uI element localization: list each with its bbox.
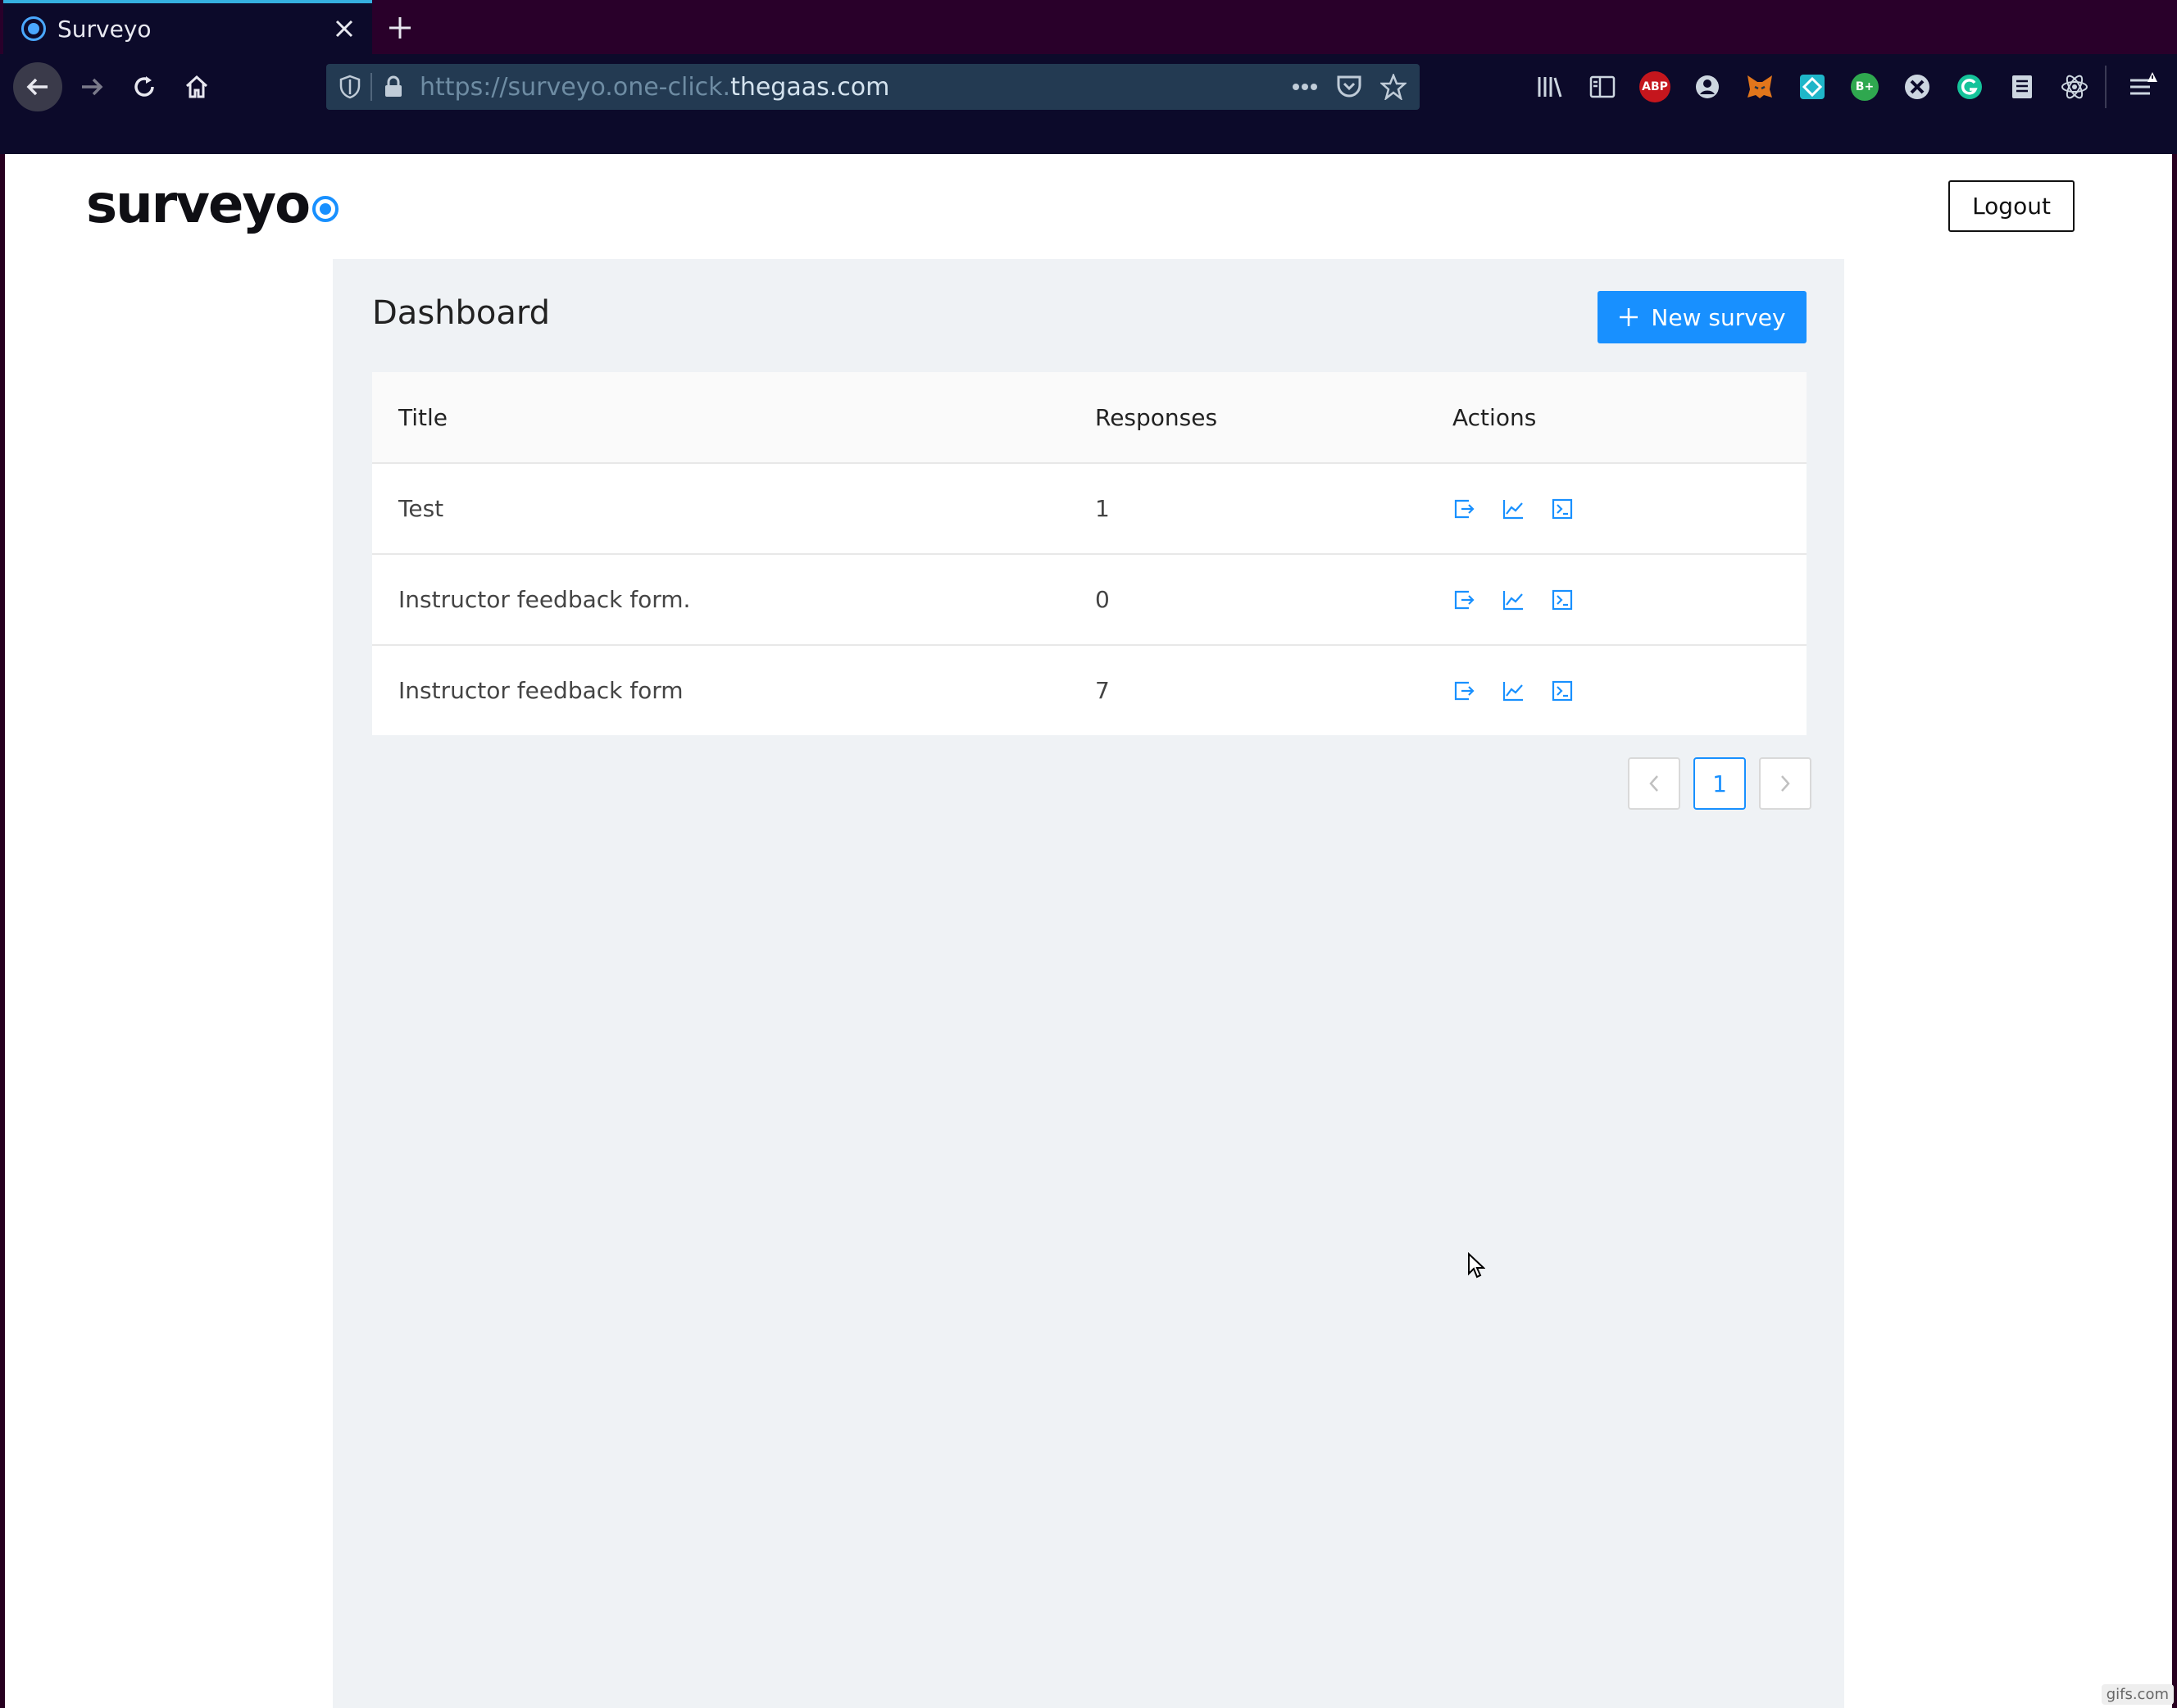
survey-title: Test	[398, 495, 444, 522]
b-plus-icon[interactable]: B+	[1846, 68, 1884, 106]
browser-tab[interactable]: Surveyo	[3, 0, 372, 54]
home-icon[interactable]	[172, 62, 221, 111]
toolbar-separator	[2105, 66, 2107, 108]
reader-icon[interactable]	[1584, 68, 1621, 106]
column-header-title: Title	[398, 403, 448, 431]
survey-responses: 7	[1095, 677, 1110, 704]
row-actions	[1452, 555, 1574, 644]
back-arrow-icon[interactable]	[13, 62, 62, 111]
extension-icon[interactable]	[1793, 68, 1831, 106]
row-actions	[1452, 646, 1574, 735]
results-chart-icon[interactable]	[1502, 679, 1525, 702]
code-terminal-icon[interactable]	[1551, 497, 1574, 520]
column-header-responses: Responses	[1095, 403, 1218, 431]
react-devtools-icon[interactable]	[2056, 68, 2093, 106]
notes-icon[interactable]	[2003, 68, 2041, 106]
puzzle-icon[interactable]	[1898, 68, 1936, 106]
url-prefix: https://surveyo.one-click.	[420, 72, 731, 102]
page-actions-icon[interactable]	[1292, 83, 1318, 91]
next-page-button[interactable]	[1759, 757, 1811, 810]
code-terminal-icon[interactable]	[1551, 588, 1574, 611]
url-text[interactable]: https://surveyo.one-click.thegaas.com	[420, 73, 889, 102]
table-header: Title Responses Actions	[372, 372, 1807, 464]
code-terminal-icon[interactable]	[1551, 679, 1574, 702]
logo-dot-icon	[312, 196, 339, 222]
adblock-plus-icon[interactable]: ABP	[1636, 68, 1674, 106]
plus-icon	[1620, 308, 1638, 326]
logout-button[interactable]: Logout	[1948, 180, 2075, 232]
open-survey-icon[interactable]	[1452, 588, 1475, 611]
forward-arrow-icon[interactable]	[67, 62, 116, 111]
browser-tab-strip: Surveyo	[0, 0, 2177, 54]
watermark: gifs.com	[2101, 1684, 2174, 1705]
mouse-cursor-icon	[1467, 1251, 1486, 1282]
reload-icon[interactable]	[120, 62, 169, 111]
account-icon[interactable]	[1688, 68, 1726, 106]
bookmark-star-icon[interactable]	[1380, 74, 1407, 100]
lock-icon[interactable]	[384, 75, 403, 98]
new-survey-button[interactable]: New survey	[1598, 291, 1807, 343]
results-chart-icon[interactable]	[1502, 588, 1525, 611]
open-survey-icon[interactable]	[1452, 679, 1475, 702]
page-number-button[interactable]: 1	[1693, 757, 1746, 810]
row-actions	[1452, 464, 1574, 553]
open-survey-icon[interactable]	[1452, 497, 1475, 520]
address-bar[interactable]: https://surveyo.one-click.thegaas.com	[326, 64, 1420, 110]
url-separator	[370, 73, 372, 101]
column-header-actions: Actions	[1452, 403, 1537, 431]
table-row: Instructor feedback form 7	[372, 646, 1807, 735]
table-row: Instructor feedback form. 0	[372, 555, 1807, 646]
url-host: thegaas.com	[730, 72, 890, 102]
surveys-table: Title Responses Actions Test 1 Instructor …	[372, 372, 1807, 735]
survey-responses: 0	[1095, 586, 1110, 613]
web-page: surveyo Logout Dashboard New survey Titl…	[5, 154, 2172, 1708]
metamask-icon[interactable]	[1741, 68, 1779, 106]
new-tab-icon[interactable]	[382, 10, 418, 46]
previous-page-button[interactable]	[1628, 757, 1680, 810]
library-icon[interactable]	[1531, 68, 1569, 106]
table-row: Test 1	[372, 464, 1807, 555]
dashboard-panel: Dashboard New survey Title Responses Act…	[333, 259, 1844, 1708]
tab-title: Surveyo	[57, 15, 152, 43]
chevron-left-icon	[1649, 775, 1658, 792]
logo-text: surveyo	[86, 175, 311, 235]
survey-title: Instructor feedback form	[398, 677, 684, 704]
survey-responses: 1	[1095, 495, 1110, 522]
page-title: Dashboard	[372, 294, 551, 332]
browser-toolbar: https://surveyo.one-click.thegaas.com AB…	[0, 54, 2177, 154]
chevron-right-icon	[1781, 775, 1790, 792]
surveyo-logo[interactable]: surveyo	[86, 175, 339, 235]
pocket-icon[interactable]	[1336, 75, 1362, 99]
surveyo-favicon-icon	[21, 16, 46, 41]
results-chart-icon[interactable]	[1502, 497, 1525, 520]
tracking-shield-icon[interactable]	[339, 75, 361, 99]
grammarly-icon[interactable]	[1951, 68, 1988, 106]
tab-close-icon[interactable]	[328, 12, 361, 45]
survey-title: Instructor feedback form.	[398, 586, 691, 613]
menu-hamburger-icon[interactable]	[2123, 68, 2161, 106]
new-survey-label: New survey	[1651, 303, 1786, 331]
